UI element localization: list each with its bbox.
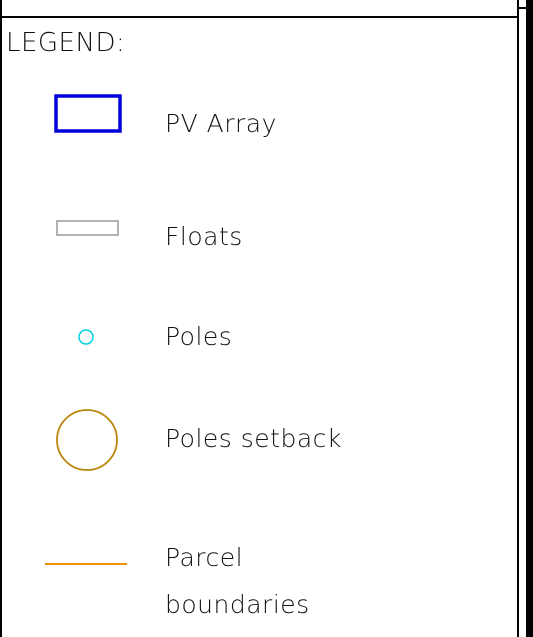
legend-label-floats: Floats: [165, 222, 243, 251]
pv-array-symbol: [54, 94, 122, 133]
poles-setback-symbol: [56, 409, 118, 471]
poles-symbol: [78, 329, 94, 345]
legend-label-parcel-line-2: boundaries: [165, 590, 310, 619]
legend-title: LEGEND:: [6, 28, 126, 58]
legend-label-pv-array: PV Array: [165, 109, 277, 138]
legend-label-poles: Poles: [165, 322, 233, 351]
legend-label-parcel-line-1: Parcel: [165, 543, 244, 572]
sheet-border-right: [526, 0, 533, 637]
legend-label-poles-setback: Poles setback: [165, 424, 342, 453]
legend-label-parcel-boundaries: Parcel boundaries: [165, 535, 310, 628]
floats-symbol: [56, 220, 119, 236]
